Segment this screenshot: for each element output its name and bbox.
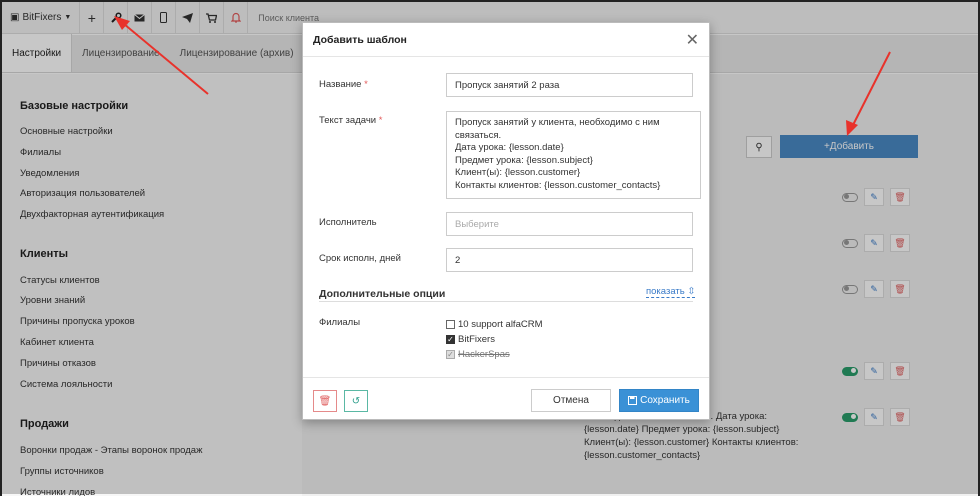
task-line: Клиент(ы): {lesson.customer} bbox=[455, 167, 581, 178]
branches-label: Филиалы bbox=[319, 317, 361, 328]
deadline-label: Срок исполн, дней bbox=[319, 253, 401, 264]
task-line: Пропуск занятий у клиента, необходимо с … bbox=[455, 117, 660, 128]
modal-title: Добавить шаблон bbox=[313, 33, 407, 46]
extra-options-title: Дополнительные опции bbox=[319, 288, 446, 300]
checkbox-checked[interactable]: ✓ bbox=[446, 335, 455, 344]
branch-option-support[interactable]: 10 support alfaCRM bbox=[446, 319, 542, 330]
floppy-disk-icon bbox=[628, 396, 638, 405]
section-divider bbox=[319, 301, 693, 302]
cancel-button[interactable]: Отмена bbox=[531, 389, 611, 412]
history-icon: ↺ bbox=[351, 395, 361, 407]
task-text-area[interactable]: Пропуск занятий у клиента, необходимо с … bbox=[446, 111, 701, 199]
task-line: Контакты клиентов: {lesson.customer_cont… bbox=[455, 179, 661, 191]
modal-footer: 🗑 ↺ Отмена Сохранить bbox=[303, 377, 709, 420]
save-label: Сохранить bbox=[640, 395, 690, 406]
name-input[interactable] bbox=[446, 73, 693, 97]
modal-header: Добавить шаблон ✕ bbox=[303, 23, 709, 57]
task-line: Дата урока: {lesson.date} bbox=[455, 142, 564, 153]
reset-button[interactable]: ↺ bbox=[344, 390, 368, 412]
task-line: Предмет урока: {lesson.subject} bbox=[455, 154, 593, 166]
name-label: Название * bbox=[319, 79, 368, 90]
executor-select[interactable] bbox=[446, 212, 693, 236]
task-text-label: Текст задачи * bbox=[319, 115, 383, 126]
close-icon[interactable]: ✕ bbox=[686, 30, 699, 50]
delete-template-button[interactable]: 🗑 bbox=[313, 390, 337, 412]
task-line: связаться. bbox=[455, 129, 502, 141]
checkbox-unchecked[interactable] bbox=[446, 320, 455, 329]
trash-icon: 🗑 bbox=[318, 395, 332, 407]
show-options-link[interactable]: показать ⇳ bbox=[646, 286, 696, 298]
save-button[interactable]: Сохранить bbox=[619, 389, 699, 412]
branch-option-bitfixers[interactable]: ✓ BitFixers bbox=[446, 334, 495, 345]
branch-option-hackerspas: ✓ HackerSpas bbox=[446, 349, 510, 360]
add-template-modal: Добавить шаблон ✕ Название * Текст задач… bbox=[302, 22, 710, 420]
deadline-input[interactable] bbox=[446, 248, 693, 272]
checkbox-disabled-checked: ✓ bbox=[446, 349, 455, 359]
executor-label: Исполнитель bbox=[319, 217, 377, 228]
